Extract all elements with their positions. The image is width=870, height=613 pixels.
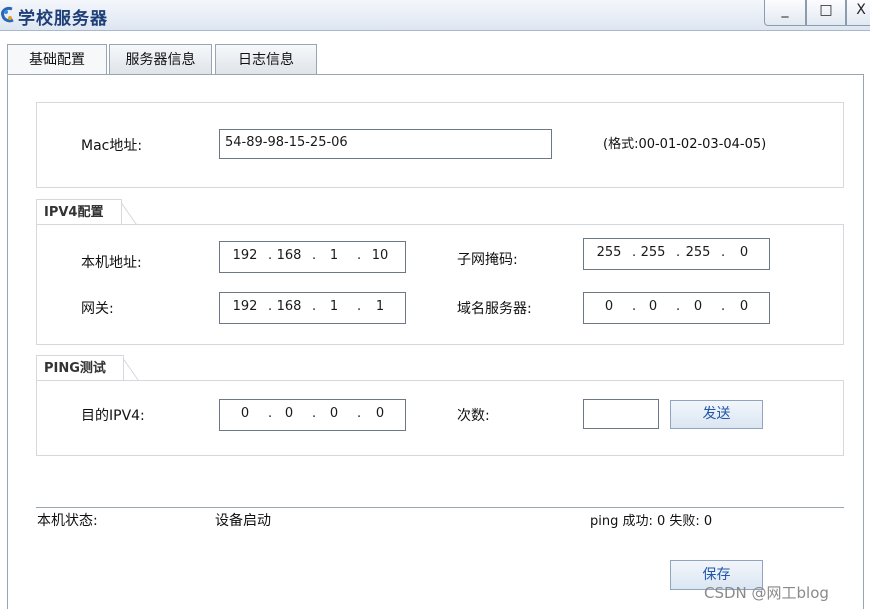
dns-server-label: 域名服务器: (457, 301, 532, 317)
ip-octet: 0 (240, 406, 250, 421)
ping-result: ping 成功: 0 失败: 0 (590, 514, 713, 529)
ipv4-group-tab-edge (122, 199, 138, 225)
ip-octet: 0 (648, 299, 658, 314)
ip-octet: 255 (640, 245, 666, 260)
mac-label: Mac地址: (81, 138, 143, 154)
ip-dot: . (268, 406, 273, 421)
status-label: 本机状态: (37, 513, 98, 529)
minimize-icon: _ (781, 2, 789, 18)
ip-dot: . (357, 299, 362, 314)
ip-octet: 0 (739, 299, 749, 314)
tab-basic-config[interactable]: 基础配置 (7, 44, 107, 74)
ip-dot: . (721, 245, 726, 260)
ip-dot: . (312, 406, 317, 421)
status-value: 设备启动 (215, 513, 271, 529)
ip-dot: . (357, 248, 362, 263)
local-address-label: 本机地址: (81, 255, 142, 271)
ip-octet: 0 (693, 299, 703, 314)
ipv4-group-title: IPV4配置 (36, 199, 122, 225)
ip-dot: . (676, 299, 681, 314)
close-button[interactable]: X (846, 0, 870, 26)
ip-dot: . (632, 245, 637, 260)
ip-octet: 168 (276, 299, 302, 314)
ping-count-label: 次数: (457, 408, 490, 424)
ip-dot: . (268, 299, 273, 314)
subnet-mask-label: 子网掩码: (457, 252, 518, 268)
tab-server-info[interactable]: 服务器信息 (109, 44, 212, 74)
tab-log-info[interactable]: 日志信息 (215, 44, 317, 74)
gateway-input[interactable]: 192 . 168 . 1 . 1 (219, 292, 406, 324)
ip-dot: . (676, 245, 681, 260)
send-button[interactable]: 发送 (670, 400, 763, 429)
window-title: 学校服务器 (18, 9, 108, 29)
ip-octet: 0 (375, 406, 385, 421)
ping-group-title: PING测试 (36, 355, 124, 381)
ping-group-tab-edge (124, 355, 140, 381)
ip-dot: . (721, 299, 726, 314)
status-divider (36, 507, 844, 508)
ip-dot: . (632, 299, 637, 314)
subnet-mask-input[interactable]: 255 . 255 . 255 . 0 (583, 238, 770, 270)
ip-octet: 0 (284, 406, 294, 421)
watermark: CSDN @网工blog (704, 584, 829, 602)
title-bar (0, 0, 870, 31)
ping-target-input[interactable]: 0 . 0 . 0 . 0 (219, 399, 406, 431)
mac-address-input[interactable]: 54-89-98-15-25-06 (219, 129, 552, 159)
minimize-button[interactable]: _ (764, 0, 806, 26)
local-address-input[interactable]: 192 . 168 . 1 . 10 (219, 241, 406, 273)
ip-octet: 1 (375, 299, 385, 314)
ip-octet: 0 (739, 245, 749, 260)
mac-format-hint: (格式:00-01-02-03-04-05) (603, 137, 767, 152)
ping-count-input[interactable] (583, 399, 659, 429)
ip-octet: 1 (329, 299, 339, 314)
ip-octet: 0 (329, 406, 339, 421)
ip-dot: . (268, 248, 273, 263)
ip-dot: . (312, 299, 317, 314)
ip-octet: 168 (276, 248, 302, 263)
ip-dot: . (357, 406, 362, 421)
close-icon: X (856, 2, 866, 18)
ip-octet: 192 (232, 299, 258, 314)
dns-server-input[interactable]: 0 . 0 . 0 . 0 (583, 292, 770, 324)
gateway-label: 网关: (81, 301, 114, 317)
ip-octet: 1 (329, 248, 339, 263)
maximize-icon: □ (819, 2, 833, 18)
ip-octet: 255 (596, 245, 622, 260)
mac-address-value: 54-89-98-15-25-06 (225, 135, 348, 150)
ping-target-label: 目的IPV4: (81, 408, 145, 424)
ip-dot: . (312, 248, 317, 263)
ip-octet: 0 (604, 299, 614, 314)
ip-octet: 255 (685, 245, 711, 260)
app-icon (0, 6, 16, 24)
ip-octet: 10 (371, 248, 389, 263)
ip-octet: 192 (232, 248, 258, 263)
maximize-button[interactable]: □ (806, 0, 846, 26)
